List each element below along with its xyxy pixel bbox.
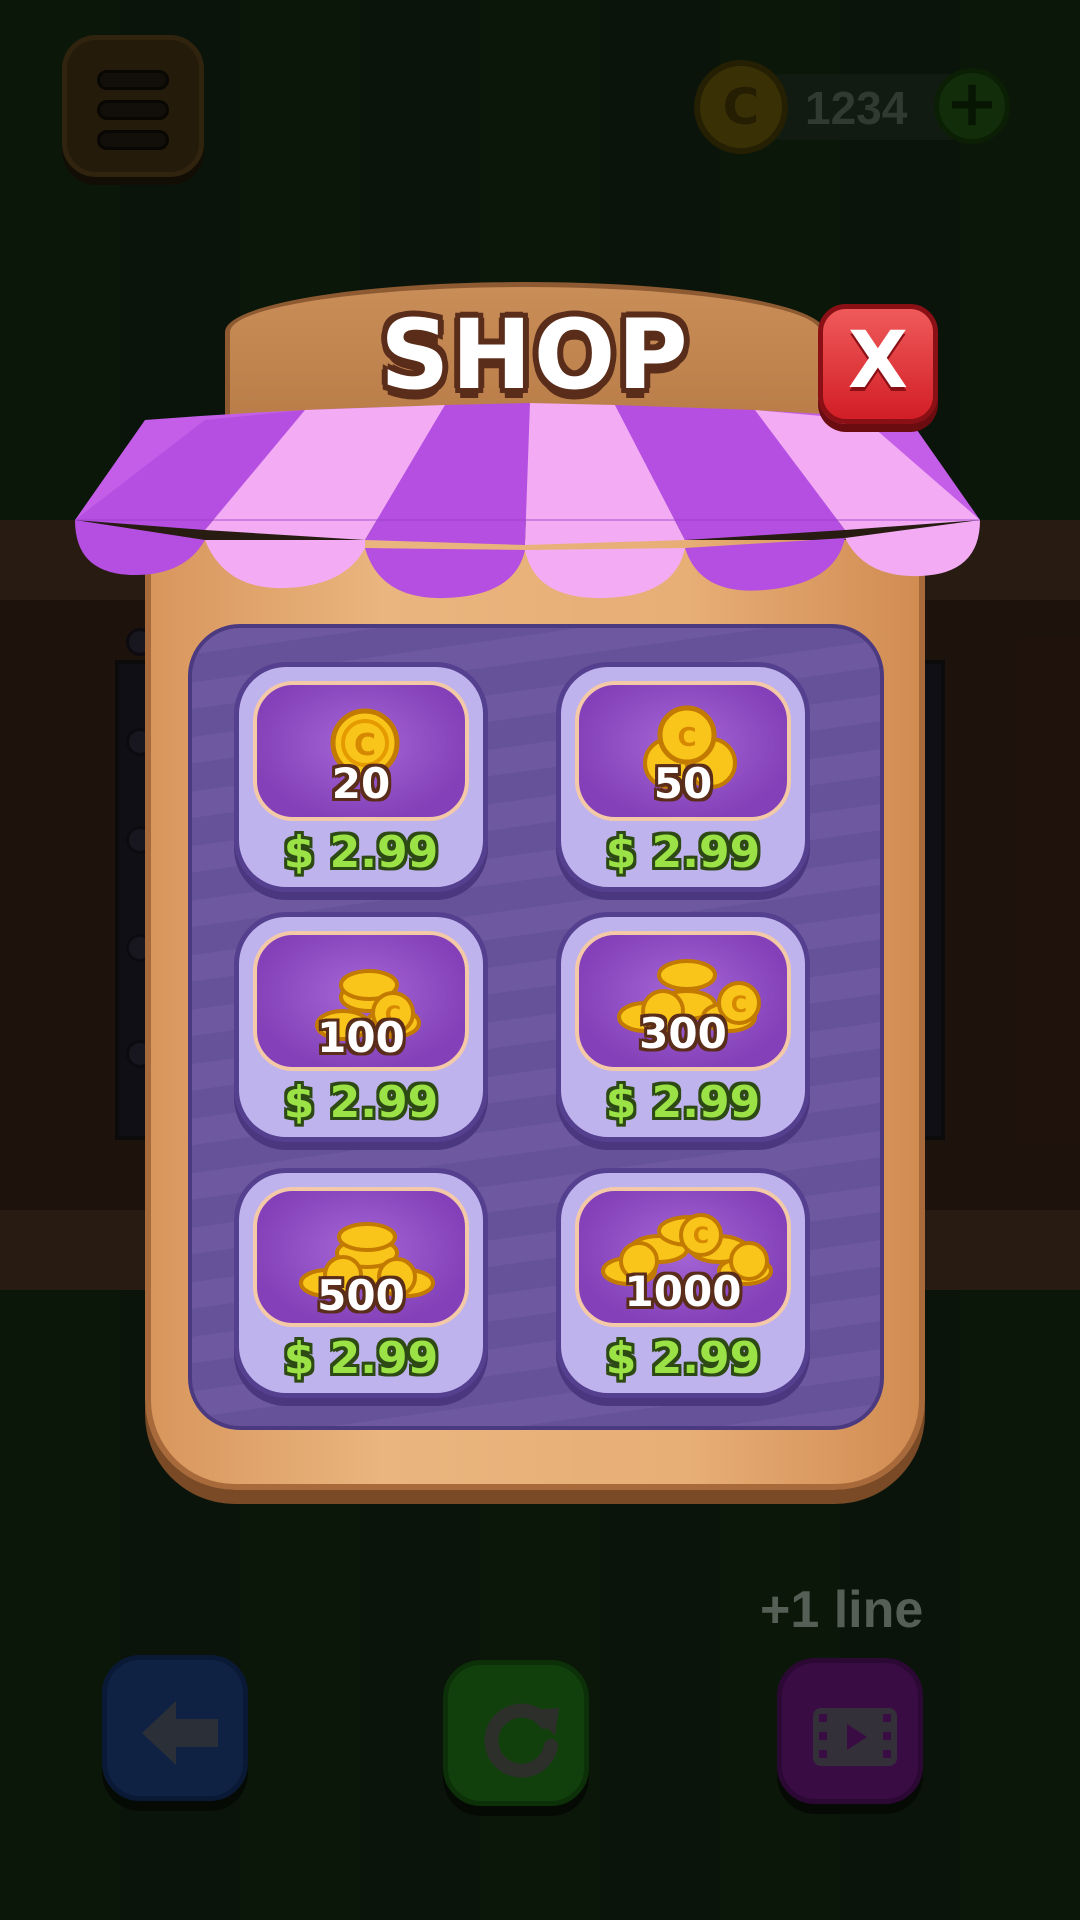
shop-awning [75, 403, 980, 599]
coin-pack-20[interactable]: C 20 $ 2.99 [234, 662, 488, 892]
restart-icon [484, 1703, 559, 1778]
svg-text:C: C [354, 728, 376, 763]
coin-pack-100[interactable]: C 100 $ 2.99 [234, 912, 488, 1142]
coin-pack-price: $ 2.99 [605, 1077, 761, 1128]
shop-title: SHOP [380, 299, 690, 411]
coin-pack-price: $ 2.99 [283, 1077, 439, 1128]
hint-label: +1 line [760, 1581, 924, 1639]
coin-pack-price: $ 2.99 [283, 827, 439, 878]
coin-pack-300[interactable]: C 300 $ 2.99 [556, 912, 810, 1142]
watch-video-button[interactable] [777, 1658, 923, 1804]
video-ad-icon [813, 1708, 897, 1766]
arrow-left-icon [142, 1701, 218, 1765]
coin-pack-window: C 1000 [575, 1187, 791, 1327]
coin-pack-amount: 1000 [624, 1267, 742, 1316]
restart-button[interactable] [443, 1660, 589, 1806]
coin-pack-window: C 20 [253, 681, 469, 821]
coin-pack-price: $ 2.99 [283, 1333, 439, 1384]
coin-pack-amount: 500 [317, 1271, 405, 1320]
coin-pack-50[interactable]: C 50 $ 2.99 [556, 662, 810, 892]
coin-pack-amount: 300 [639, 1009, 727, 1058]
coin-pack-window: C 50 [575, 681, 791, 821]
coin-pack-amount: 100 [317, 1013, 405, 1062]
coin-pack-price: $ 2.99 [605, 1333, 761, 1384]
svg-text:C: C [677, 723, 696, 753]
coin-pack-price: $ 2.99 [605, 827, 761, 878]
coin-pack-500[interactable]: 500 $ 2.99 [234, 1168, 488, 1398]
coin-pack-window: C 100 [253, 931, 469, 1071]
coin-pack-amount: 50 [653, 759, 713, 808]
coin-pack-1000[interactable]: C 1000 $ 2.99 [556, 1168, 810, 1398]
close-button[interactable]: X [818, 304, 938, 424]
coin-pack-window: C 300 [575, 931, 791, 1071]
close-icon: X [847, 316, 909, 406]
back-button[interactable] [102, 1655, 248, 1801]
coin-pack-amount: 20 [331, 759, 391, 808]
svg-text:C: C [693, 1224, 709, 1249]
coin-pack-window: 500 [253, 1187, 469, 1327]
